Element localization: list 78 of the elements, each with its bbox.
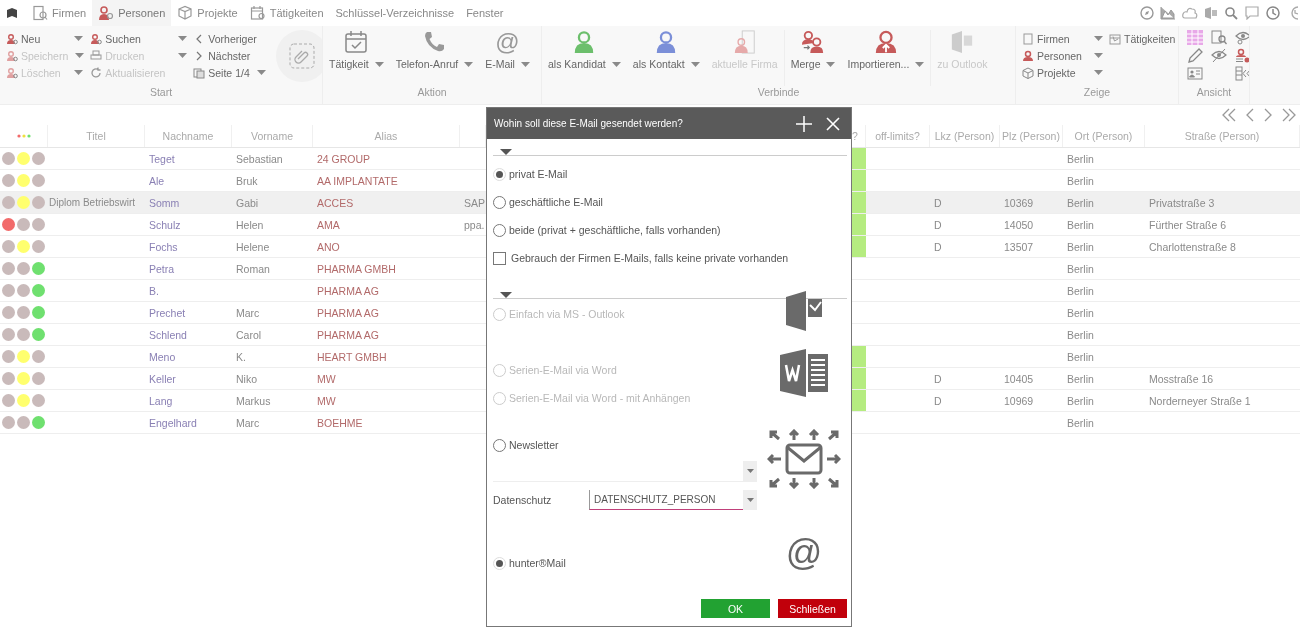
table-cell: Berlin (1067, 284, 1094, 297)
table-cell: Meno (149, 350, 176, 363)
table-cell: PHARMA AG (317, 328, 379, 341)
table-cell: Charlottenstraße 8 (1149, 240, 1236, 253)
table-cell: Berlin (1067, 240, 1094, 253)
table-cell: Berlin (1067, 372, 1094, 385)
dialog-title: Wohin soll diese E-Mail gesendet werden? (494, 118, 684, 129)
table-cell: Privatstraße 3 (1149, 196, 1215, 209)
table-cell: Diplom Betriebswirt (49, 197, 136, 208)
table-cell: Berlin (1067, 394, 1094, 407)
table-cell: D (934, 218, 942, 231)
table-cell: Norderneyer Straße 1 (1149, 394, 1251, 407)
table-cell: 10405 (1004, 372, 1034, 385)
table-cell: Fochs (149, 240, 178, 253)
table-cell: Niko (236, 372, 257, 385)
table-cell: Roman (236, 262, 270, 275)
table-cell: Bruk (236, 174, 258, 187)
table-cell: Keller (149, 372, 176, 385)
table-cell: MW (317, 394, 336, 407)
table-cell: Gabi (236, 196, 259, 209)
table-cell: D (934, 372, 942, 385)
table-cell: Berlin (1067, 218, 1094, 231)
table-cell: Helen (236, 218, 264, 231)
table-cell: Engelhard (149, 416, 197, 429)
table-cell: Berlin (1067, 262, 1094, 275)
table-cell: Lang (149, 394, 173, 407)
table-cell: ppa. (464, 218, 485, 231)
table-cell: HEART GMBH (317, 350, 387, 363)
ribbon-group-label: Verbinde (756, 86, 801, 100)
table-cell: D (934, 394, 942, 407)
table-cell: D (934, 240, 942, 253)
table-cell: 14050 (1004, 218, 1034, 231)
table-cell: Mosstraße 16 (1149, 372, 1214, 385)
table-cell: MW (317, 372, 336, 385)
table-cell: PHARMA AG (317, 284, 379, 297)
table-cell: Berlin (1067, 306, 1094, 319)
table-cell: Schlend (149, 328, 187, 341)
table-cell: ANO (317, 240, 340, 253)
table-cell: 24 GROUP (317, 152, 371, 165)
table-cell: Marc (236, 416, 260, 429)
table-cell: ACCES (317, 196, 354, 209)
table-cell: Berlin (1067, 416, 1094, 429)
table-cell: Berlin (1067, 152, 1094, 165)
field-label: Datenschutz (493, 494, 553, 506)
ribbon-group-label: Ansicht (1195, 86, 1233, 100)
table-cell: 13507 (1004, 240, 1034, 253)
ribbon-group-label: Start (148, 86, 174, 100)
table-cell: Carol (236, 328, 262, 341)
table-cell: PHARMA AG (317, 306, 379, 319)
at-sign-icon: @ (785, 535, 823, 571)
ribbon-group-label: Aktion (416, 86, 448, 100)
table-cell: B. (149, 284, 159, 297)
table-cell: D (934, 196, 942, 209)
table-cell: Prechet (149, 306, 186, 319)
table-cell: Marc (236, 306, 260, 319)
table-cell: Somm (149, 196, 180, 209)
table-cell: Helene (236, 240, 270, 253)
ribbon-group-label: Zeige (1082, 86, 1112, 100)
table-cell: Teget (149, 152, 175, 165)
at-sign-icon: @ (495, 30, 520, 54)
table-cell: PHARMA GMBH (317, 262, 396, 275)
table-cell: K. (236, 350, 246, 363)
table-cell: BOEHME (317, 416, 363, 429)
table-cell: Berlin (1067, 196, 1094, 209)
table-cell: AA IMPLANTATE (317, 174, 398, 187)
table-cell: Markus (236, 394, 271, 407)
table-cell: 10369 (1004, 196, 1034, 209)
table-cell: Petra (149, 262, 175, 275)
table-cell: Ale (149, 174, 165, 187)
table-cell: Sebastian (236, 152, 283, 165)
table-cell: 10969 (1004, 394, 1034, 407)
table-cell: Berlin (1067, 174, 1094, 187)
table-cell: Fürther Straße 6 (1149, 218, 1227, 231)
table-cell: Berlin (1067, 350, 1094, 363)
table-cell: AMA (317, 218, 340, 231)
table-cell: Schulz (149, 218, 181, 231)
table-cell: Berlin (1067, 328, 1094, 341)
table-cell: SAP (464, 196, 485, 209)
